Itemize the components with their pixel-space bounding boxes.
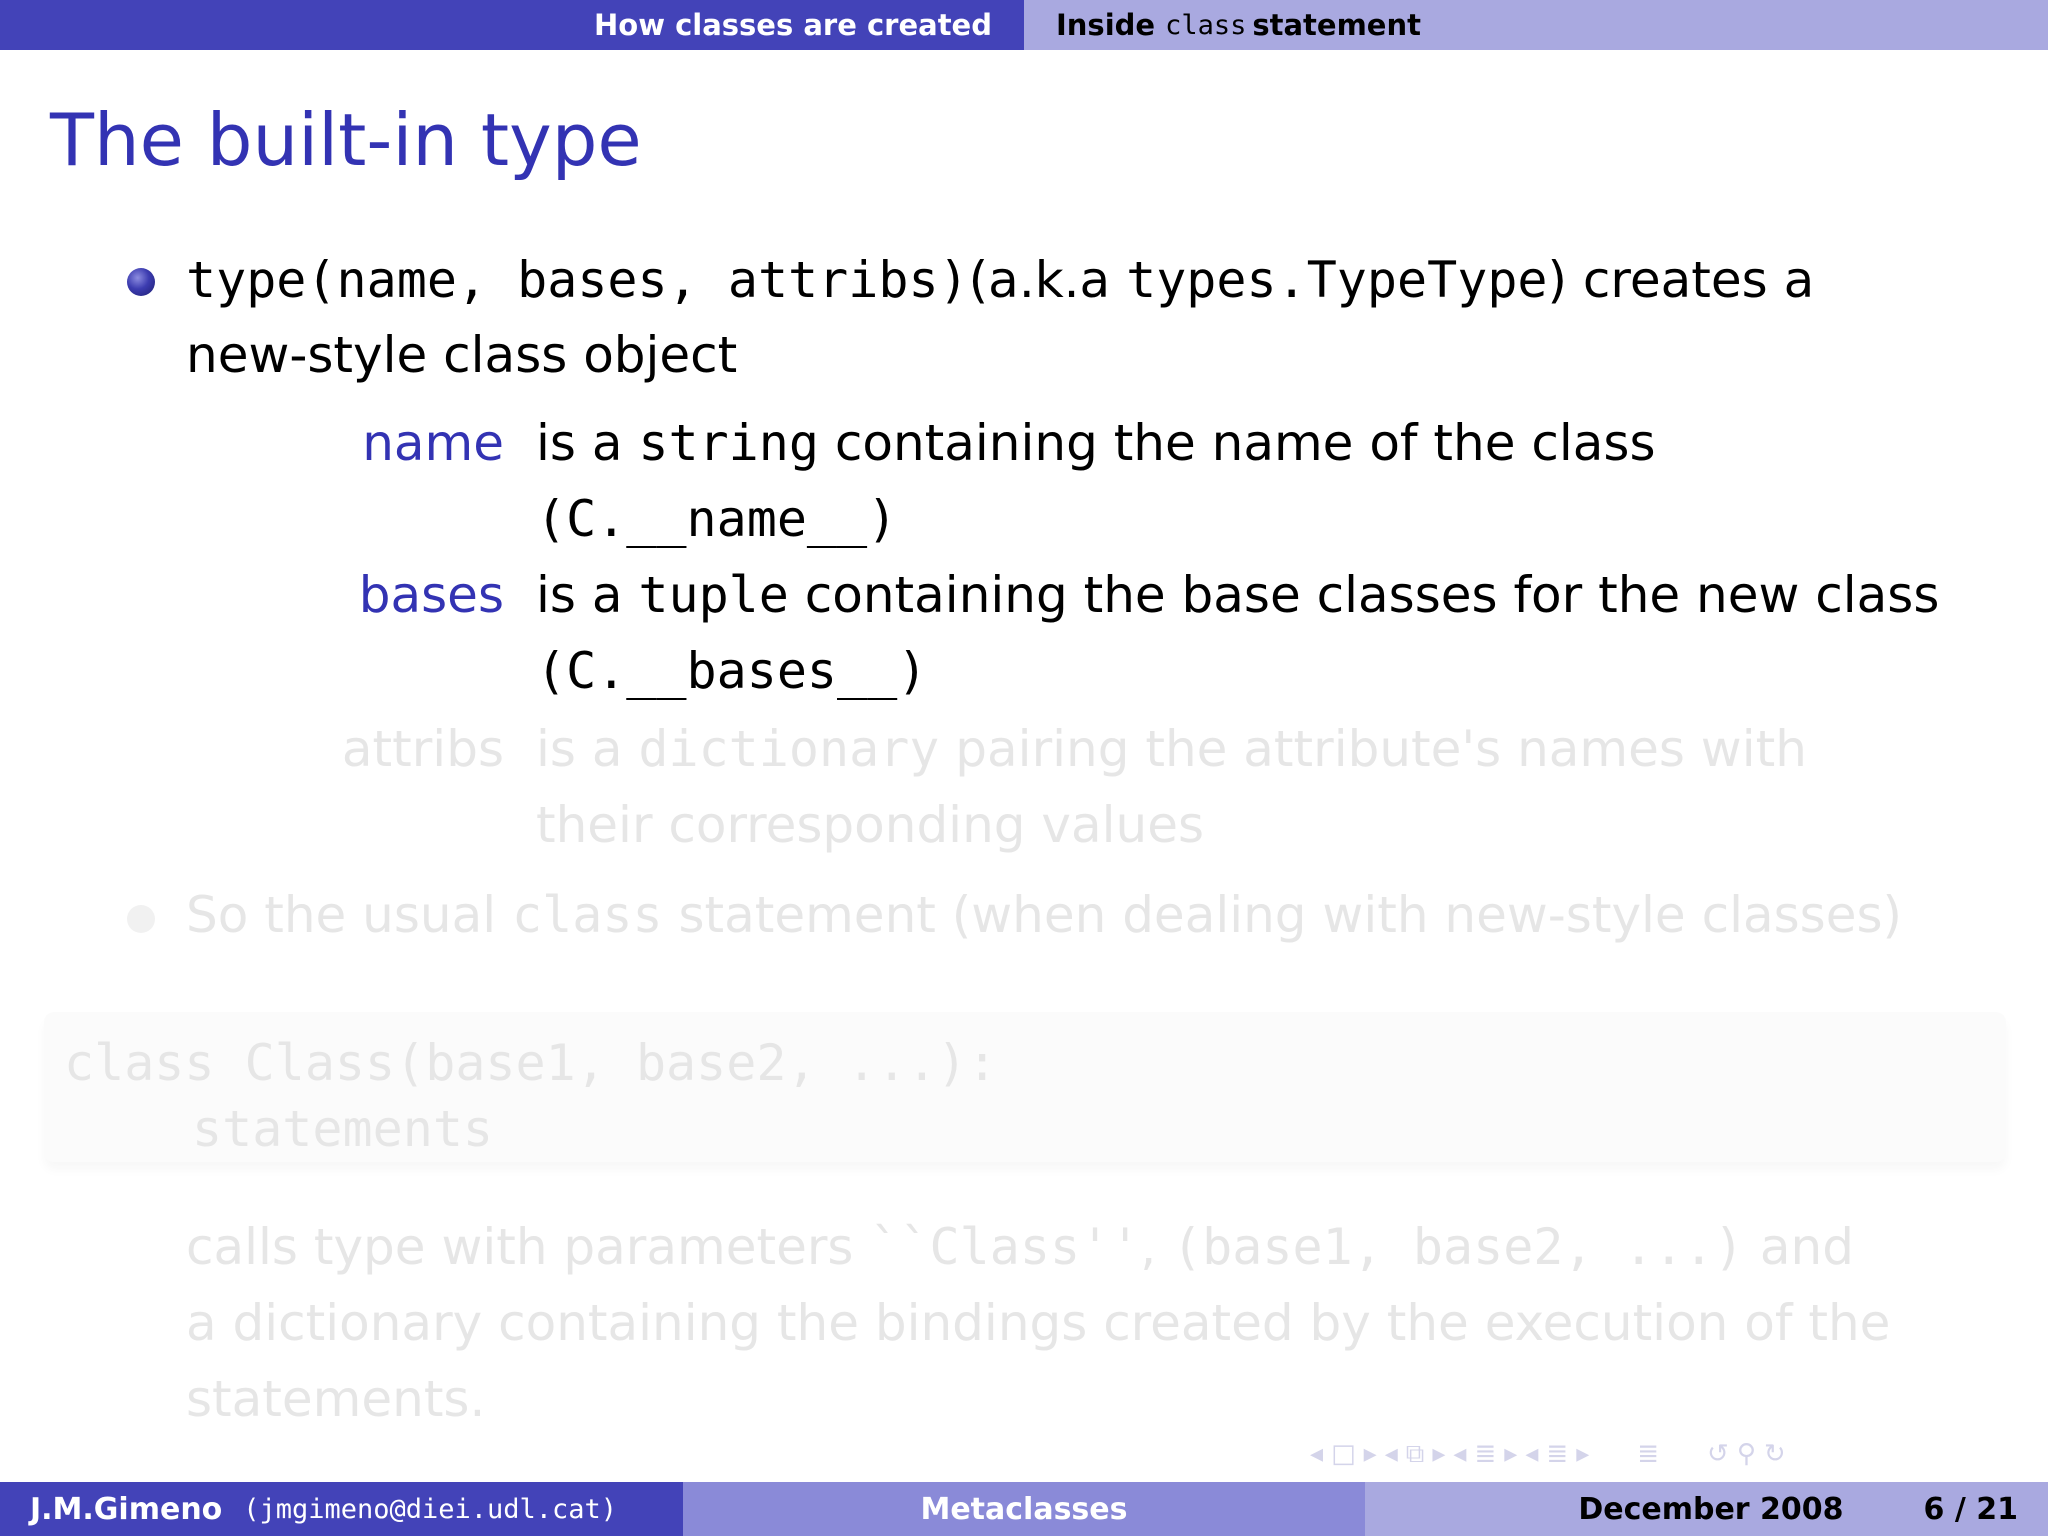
typetype-code: types.TypeType [1126, 251, 1548, 309]
nav-subsection-icon[interactable]: ⧉ [1406, 1439, 1425, 1470]
def-bases-code: tuple [638, 566, 789, 624]
bullet-2-code: class [512, 886, 663, 944]
footer-author: J.M.Gimeno (jmgimeno@diei.udl.cat) [0, 1482, 683, 1536]
bullet-icon [127, 268, 155, 296]
def-bases-line-1: is a tuple containing the base classes f… [536, 570, 1939, 620]
para-line-2: a dictionary containing the bindings cre… [186, 1294, 1891, 1352]
footer-bar: J.M.Gimeno (jmgimeno@diei.udl.cat) Metac… [0, 1482, 2048, 1536]
bullet-2-text-b: statement (when dealing with new-style c… [662, 886, 1903, 944]
para-l1-a: calls type with parameters [186, 1218, 870, 1276]
nav-doc-icon[interactable]: ≣ [1546, 1439, 1568, 1469]
type-signature-code: type(name, bases, attribs) [186, 251, 969, 309]
nav-section-icon[interactable]: ≣ [1474, 1439, 1496, 1469]
para-l1-code: ``Class'' [869, 1218, 1141, 1276]
talk-title: Metaclasses [920, 1491, 1128, 1527]
code-block: class Class(base1, base2, ...): statemen… [44, 1012, 2006, 1162]
nav-back-icon[interactable]: ↺ [1707, 1439, 1729, 1469]
bullet-1-line-1: type(name, bases, attribs)(a.k.a types.T… [186, 255, 1814, 305]
bullet-icon-faint [127, 905, 155, 933]
date: December 2008 [1578, 1491, 1844, 1527]
bullet-2-line: So the usual class statement (when deali… [186, 890, 1902, 940]
def-attribs-line-1: is a dictionary pairing the attribute's … [536, 724, 1807, 774]
def-attribs-pre: is a [536, 720, 639, 778]
slide-title: The built-in type [50, 98, 642, 182]
section-label-post: statement [1252, 8, 1421, 42]
def-bases-post: containing the base classes for the new … [788, 566, 1940, 624]
def-name-code: string [638, 414, 819, 472]
section-label-pre: Inside [1056, 8, 1156, 42]
para-l1-b: , [1140, 1218, 1173, 1276]
author-name: J.M.Gimeno [30, 1491, 223, 1527]
def-name-pre: is a [536, 414, 639, 472]
nav-frame-icon[interactable]: □ [1331, 1439, 1356, 1469]
para-l1-code2: (base1, base2, ...) [1172, 1218, 1745, 1276]
author-email: (jmgimeno@diei.udl.cat) [243, 1493, 618, 1525]
nav-prev-subsection-icon[interactable]: ◂ [1385, 1439, 1398, 1469]
nav-prev-section-icon[interactable]: ◂ [1453, 1439, 1466, 1469]
nav-next-frame-icon[interactable]: ▸ [1364, 1439, 1377, 1469]
def-bases-pre: is a [536, 566, 639, 624]
beamer-navigation-symbols: ◂ □ ▸ ◂ ⧉ ▸ ◂ ≣ ▸ ◂ ≣ ▸ ≣ ↺ ⚲ ↻ [1310, 1436, 1794, 1472]
page-number: 6 / 21 [1923, 1491, 2018, 1527]
def-attribs-code: dictionary [638, 720, 940, 778]
nav-prev-frame-icon[interactable]: ◂ [1310, 1439, 1323, 1469]
footer-talk-title: Metaclasses [683, 1482, 1365, 1536]
nav-next-doc-icon[interactable]: ▸ [1576, 1439, 1589, 1469]
def-name-post: containing the name of the class [819, 414, 1656, 472]
nav-appendix-icon[interactable]: ≣ [1637, 1439, 1659, 1469]
section-label-code: class [1165, 9, 1247, 41]
nav-prev-doc-icon[interactable]: ◂ [1525, 1439, 1538, 1469]
code-line-1: class Class(base1, base2, ...): [64, 1034, 998, 1092]
def-bases-line-2: (C.__bases__) [536, 642, 928, 700]
para-l1-c: and [1744, 1218, 1854, 1276]
section-link-how-classes-created[interactable]: How classes are created [0, 0, 1024, 50]
def-term-bases: bases [358, 566, 504, 624]
def-attribs-post: pairing the attribute's names with [939, 720, 1807, 778]
header-navigation-bar: How classes are created Inside class sta… [0, 0, 2048, 50]
para-line-1: calls type with parameters ``Class'', (b… [186, 1222, 1854, 1272]
nav-search-icon[interactable]: ⚲ [1737, 1439, 1756, 1469]
bullet-1-text-a: (a.k.a [968, 251, 1127, 309]
bullet-1-line-2: new-style class object [186, 326, 738, 384]
bullet-1-text-b: ) creates a [1547, 251, 1815, 309]
footer-date-page: December 2008 6 / 21 [1365, 1482, 2048, 1536]
code-line-2: statements [192, 1100, 494, 1158]
def-term-name: name [362, 414, 504, 472]
para-line-3: statements. [186, 1370, 486, 1428]
section-label: How classes are created [594, 8, 992, 42]
nav-next-section-icon[interactable]: ▸ [1504, 1439, 1517, 1469]
def-name-line-2: (C.__name__) [536, 490, 898, 548]
bullet-2-text-a: So the usual [186, 886, 513, 944]
def-attribs-line-2: their corresponding values [536, 796, 1205, 854]
def-term-attribs: attribs [341, 720, 504, 778]
section-link-inside-class-statement[interactable]: Inside class statement [1024, 0, 2048, 50]
def-name-line-1: is a string containing the name of the c… [536, 418, 1656, 468]
nav-forward-icon[interactable]: ↻ [1764, 1439, 1786, 1469]
nav-next-subsection-icon[interactable]: ▸ [1432, 1439, 1445, 1469]
